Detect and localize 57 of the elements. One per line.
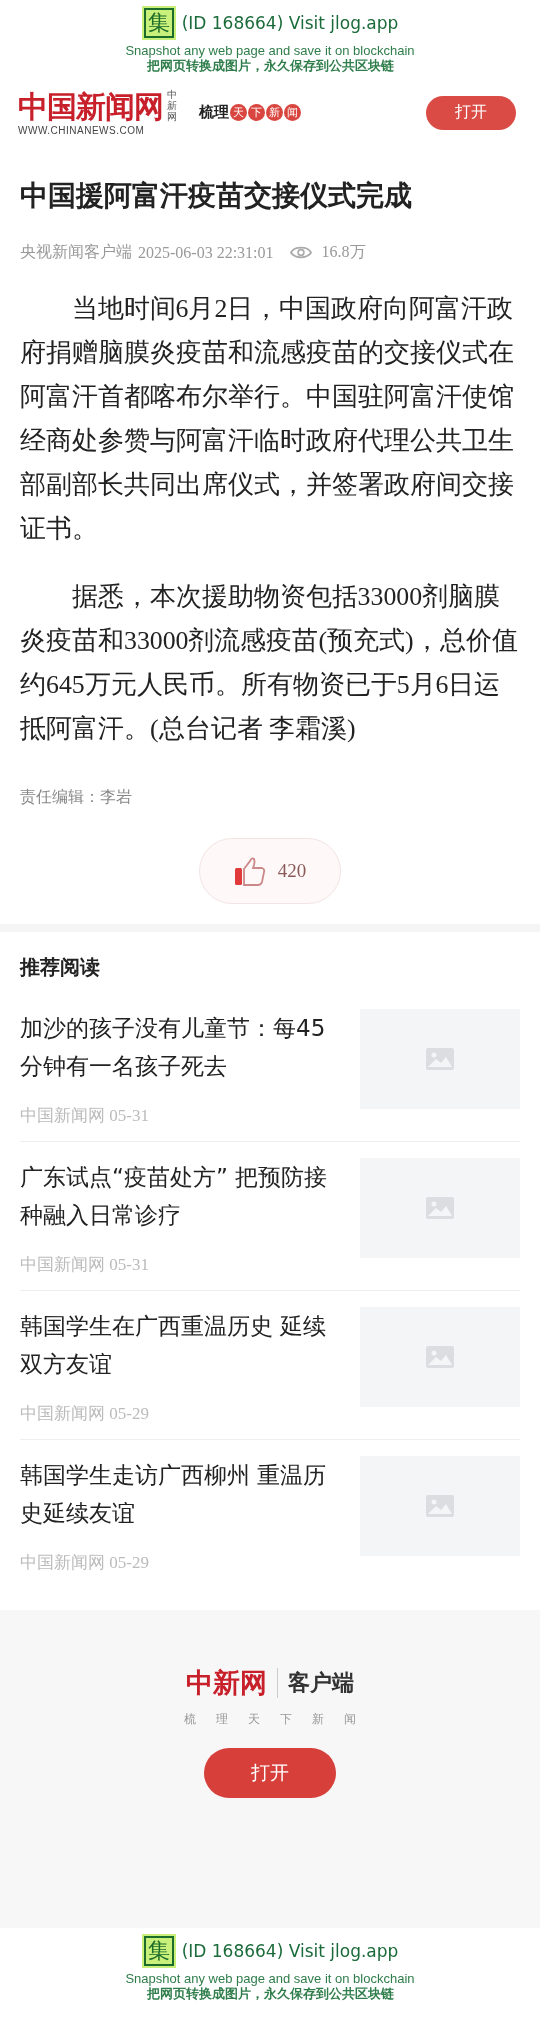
slogan-seal: 闻: [284, 104, 301, 121]
view-count: 16.8万: [321, 242, 366, 262]
slogan-text: 梳理: [199, 103, 229, 122]
app-logo-text: 中新网: [186, 1666, 267, 1700]
article-paragraph: 据悉，本次援助物资包括33000剂脑膜炎疫苗和33000剂流感疫苗(预充式)，总价值约645万元人民币。所有物资已于5月6日运抵阿富汗。(总台记者 李霜溪): [20, 581, 519, 745]
slogan-character: 理: [216, 1711, 228, 1728]
slogan-character: 梳: [184, 1711, 196, 1728]
article-source: 央视新闻客户端: [20, 242, 132, 262]
news-title: 韩国学生在广西重温历史 延续双方友谊: [20, 1312, 328, 1379]
banner-tagline: Snapshot any web page and save it on blockchain: [125, 44, 415, 58]
article-title: 中国援阿富汗疫苗交接仪式完成: [20, 178, 413, 214]
news-date: 05-31: [109, 1106, 149, 1125]
image-icon: [426, 1048, 454, 1070]
jlog-badge: 集: [141, 6, 176, 40]
news-item[interactable]: 韩国学生走访广西柳州 重温历史延续友谊 中国新闻网 05-29: [20, 1440, 520, 1588]
article-time: 2025-06-03 22:31:01: [138, 243, 274, 262]
banner-tagline: 把网页转换成图片，永久保存到公共区块链: [146, 1986, 394, 2001]
app-label: 客户端: [288, 1669, 354, 1697]
banner-link-text: (ID 168664) Visit jlog.app: [181, 13, 399, 33]
slogan-character: 新: [312, 1711, 324, 1728]
news-title: 韩国学生走访广西柳州 重温历史延续友谊: [20, 1461, 328, 1528]
thumbs-up-icon: [233, 856, 266, 886]
slogan-seal: 天: [230, 104, 247, 121]
like-button[interactable]: 420: [199, 838, 341, 904]
site-domain: WWW.CHINANEWS.COM: [18, 125, 146, 136]
section-heading: 推荐阅读: [20, 954, 101, 981]
news-date: 05-29: [109, 1553, 149, 1572]
open-app-button[interactable]: 打开: [204, 1748, 336, 1798]
image-icon: [426, 1197, 454, 1219]
article-paragraph: 当地时间6月2日，中国政府向阿富汗政府捐赠脑膜炎疫苗和流感疫苗的交接仪式在阿富汗首都喀布尔举行。中国驻阿富汗使馆经商处参赞与阿富汗临时政府代理公共卫生部副部长共同出席仪式，并签署政府间交接证书。: [20, 293, 515, 545]
site-logo-text: 中国新闻网: [18, 89, 163, 125]
news-item[interactable]: 韩国学生在广西重温历史 延续双方友谊 中国新闻网 05-29: [20, 1291, 520, 1440]
slogan-character: 闻: [344, 1711, 356, 1728]
news-date: 05-29: [109, 1404, 149, 1423]
news-date: 05-31: [109, 1255, 149, 1274]
editor-credit: 责任编辑：李岩: [20, 787, 133, 808]
news-title: 广东试点“疫苗处方” 把预防接种融入日常诊疗: [20, 1163, 329, 1230]
news-title: 加沙的孩子没有儿童节：每45分钟有一名孩子死去: [20, 1014, 327, 1081]
slogan-character: 下: [280, 1711, 292, 1728]
jlog-badge: 集: [141, 1934, 176, 1968]
slogan-seal: 新: [266, 104, 283, 121]
image-icon: [426, 1346, 454, 1368]
news-item[interactable]: 广东试点“疫苗处方” 把预防接种融入日常诊疗 中国新闻网 05-31: [20, 1142, 520, 1291]
eye-icon: [289, 245, 312, 260]
image-icon: [426, 1495, 454, 1517]
news-source: 中国新闻网: [20, 1255, 105, 1274]
banner-tagline: 把网页转换成图片，永久保存到公共区块链: [146, 58, 394, 73]
news-source: 中国新闻网: [20, 1404, 105, 1423]
news-source: 中国新闻网: [20, 1553, 105, 1572]
slogan-character: 天: [248, 1711, 260, 1728]
news-item[interactable]: 加沙的孩子没有儿童节：每45分钟有一名孩子死去 中国新闻网 05-31: [20, 993, 520, 1142]
news-source: 中国新闻网: [20, 1106, 105, 1125]
open-app-button[interactable]: 打开: [426, 95, 516, 130]
site-logo-subtext: 中新网: [167, 89, 177, 122]
banner-tagline: Snapshot any web page and save it on blockchain: [125, 1972, 415, 1986]
banner-link-text: (ID 168664) Visit jlog.app: [181, 1941, 399, 1961]
slogan-seal: 下: [248, 104, 265, 121]
